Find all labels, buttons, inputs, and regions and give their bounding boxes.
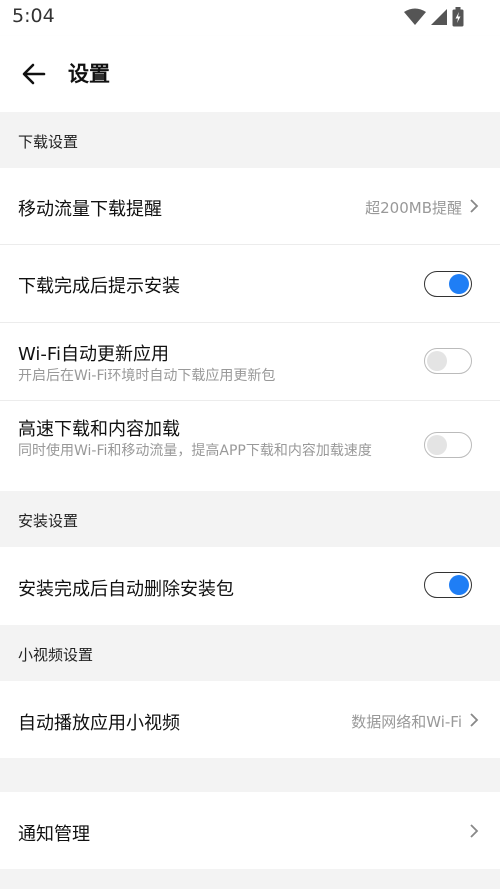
row-value: 超200MB提醒 — [365, 199, 462, 217]
toggle-knob — [427, 435, 447, 455]
row-label: 移动流量下载提醒 — [18, 199, 162, 220]
row-label: Wi-Fi自动更新应用 — [18, 344, 169, 365]
battery-icon — [452, 7, 464, 27]
row-subtitle: 开启后在Wi-Fi环境时自动下载应用更新包 — [18, 368, 276, 384]
high-speed-row: 高速下载和内容加载 同时使用Wi-Fi和移动流量，提高APP下载和内容加载速度 — [0, 401, 500, 491]
chevron-right-icon — [470, 713, 479, 727]
wifi-auto-update-row: Wi-Fi自动更新应用 开启后在Wi-Fi环境时自动下载应用更新包 — [0, 323, 500, 400]
wifi-auto-update-toggle[interactable] — [424, 348, 472, 374]
section-title: 下载设置 — [18, 133, 79, 151]
page-title: 设置 — [68, 62, 110, 86]
toggle-knob — [449, 274, 469, 294]
section-title: 小视频设置 — [18, 646, 94, 664]
section-title: 安装设置 — [18, 512, 79, 530]
app-bar: 设置 — [0, 36, 500, 112]
mobile-data-reminder-row[interactable]: 移动流量下载提醒 超200MB提醒 — [0, 168, 500, 244]
install-prompt-row: 下载完成后提示安装 — [0, 245, 500, 322]
section-header-install: 安装设置 — [0, 491, 500, 547]
back-arrow-icon[interactable] — [18, 58, 50, 90]
high-speed-toggle[interactable] — [424, 432, 472, 458]
row-label: 下载完成后提示安装 — [18, 276, 180, 297]
section-header-video: 小视频设置 — [0, 625, 500, 681]
status-time: 5:04 — [12, 5, 55, 27]
chevron-right-icon — [470, 824, 479, 838]
wifi-icon — [404, 8, 426, 25]
install-prompt-toggle[interactable] — [424, 271, 472, 297]
row-label: 自动播放应用小视频 — [18, 713, 180, 734]
auto-delete-row: 安装完成后自动删除安装包 — [0, 547, 500, 625]
chevron-right-icon — [470, 199, 479, 213]
row-label: 安装完成后自动删除安装包 — [18, 579, 234, 600]
row-value: 数据网络和Wi-Fi — [351, 713, 462, 731]
autoplay-video-row[interactable]: 自动播放应用小视频 数据网络和Wi-Fi — [0, 681, 500, 758]
row-label: 通知管理 — [18, 824, 90, 845]
notifications-row[interactable]: 通知管理 — [0, 792, 500, 869]
row-subtitle: 同时使用Wi-Fi和移动流量，提高APP下载和内容加载速度 — [18, 443, 372, 459]
status-bar: 5:04 — [0, 0, 500, 36]
row-label: 高速下载和内容加载 — [18, 419, 180, 440]
toggle-knob — [427, 351, 447, 371]
toggle-knob — [449, 575, 469, 595]
signal-icon — [431, 9, 447, 25]
auto-delete-toggle[interactable] — [424, 572, 472, 598]
section-header-download: 下载设置 — [0, 112, 500, 168]
status-icons — [404, 7, 464, 27]
